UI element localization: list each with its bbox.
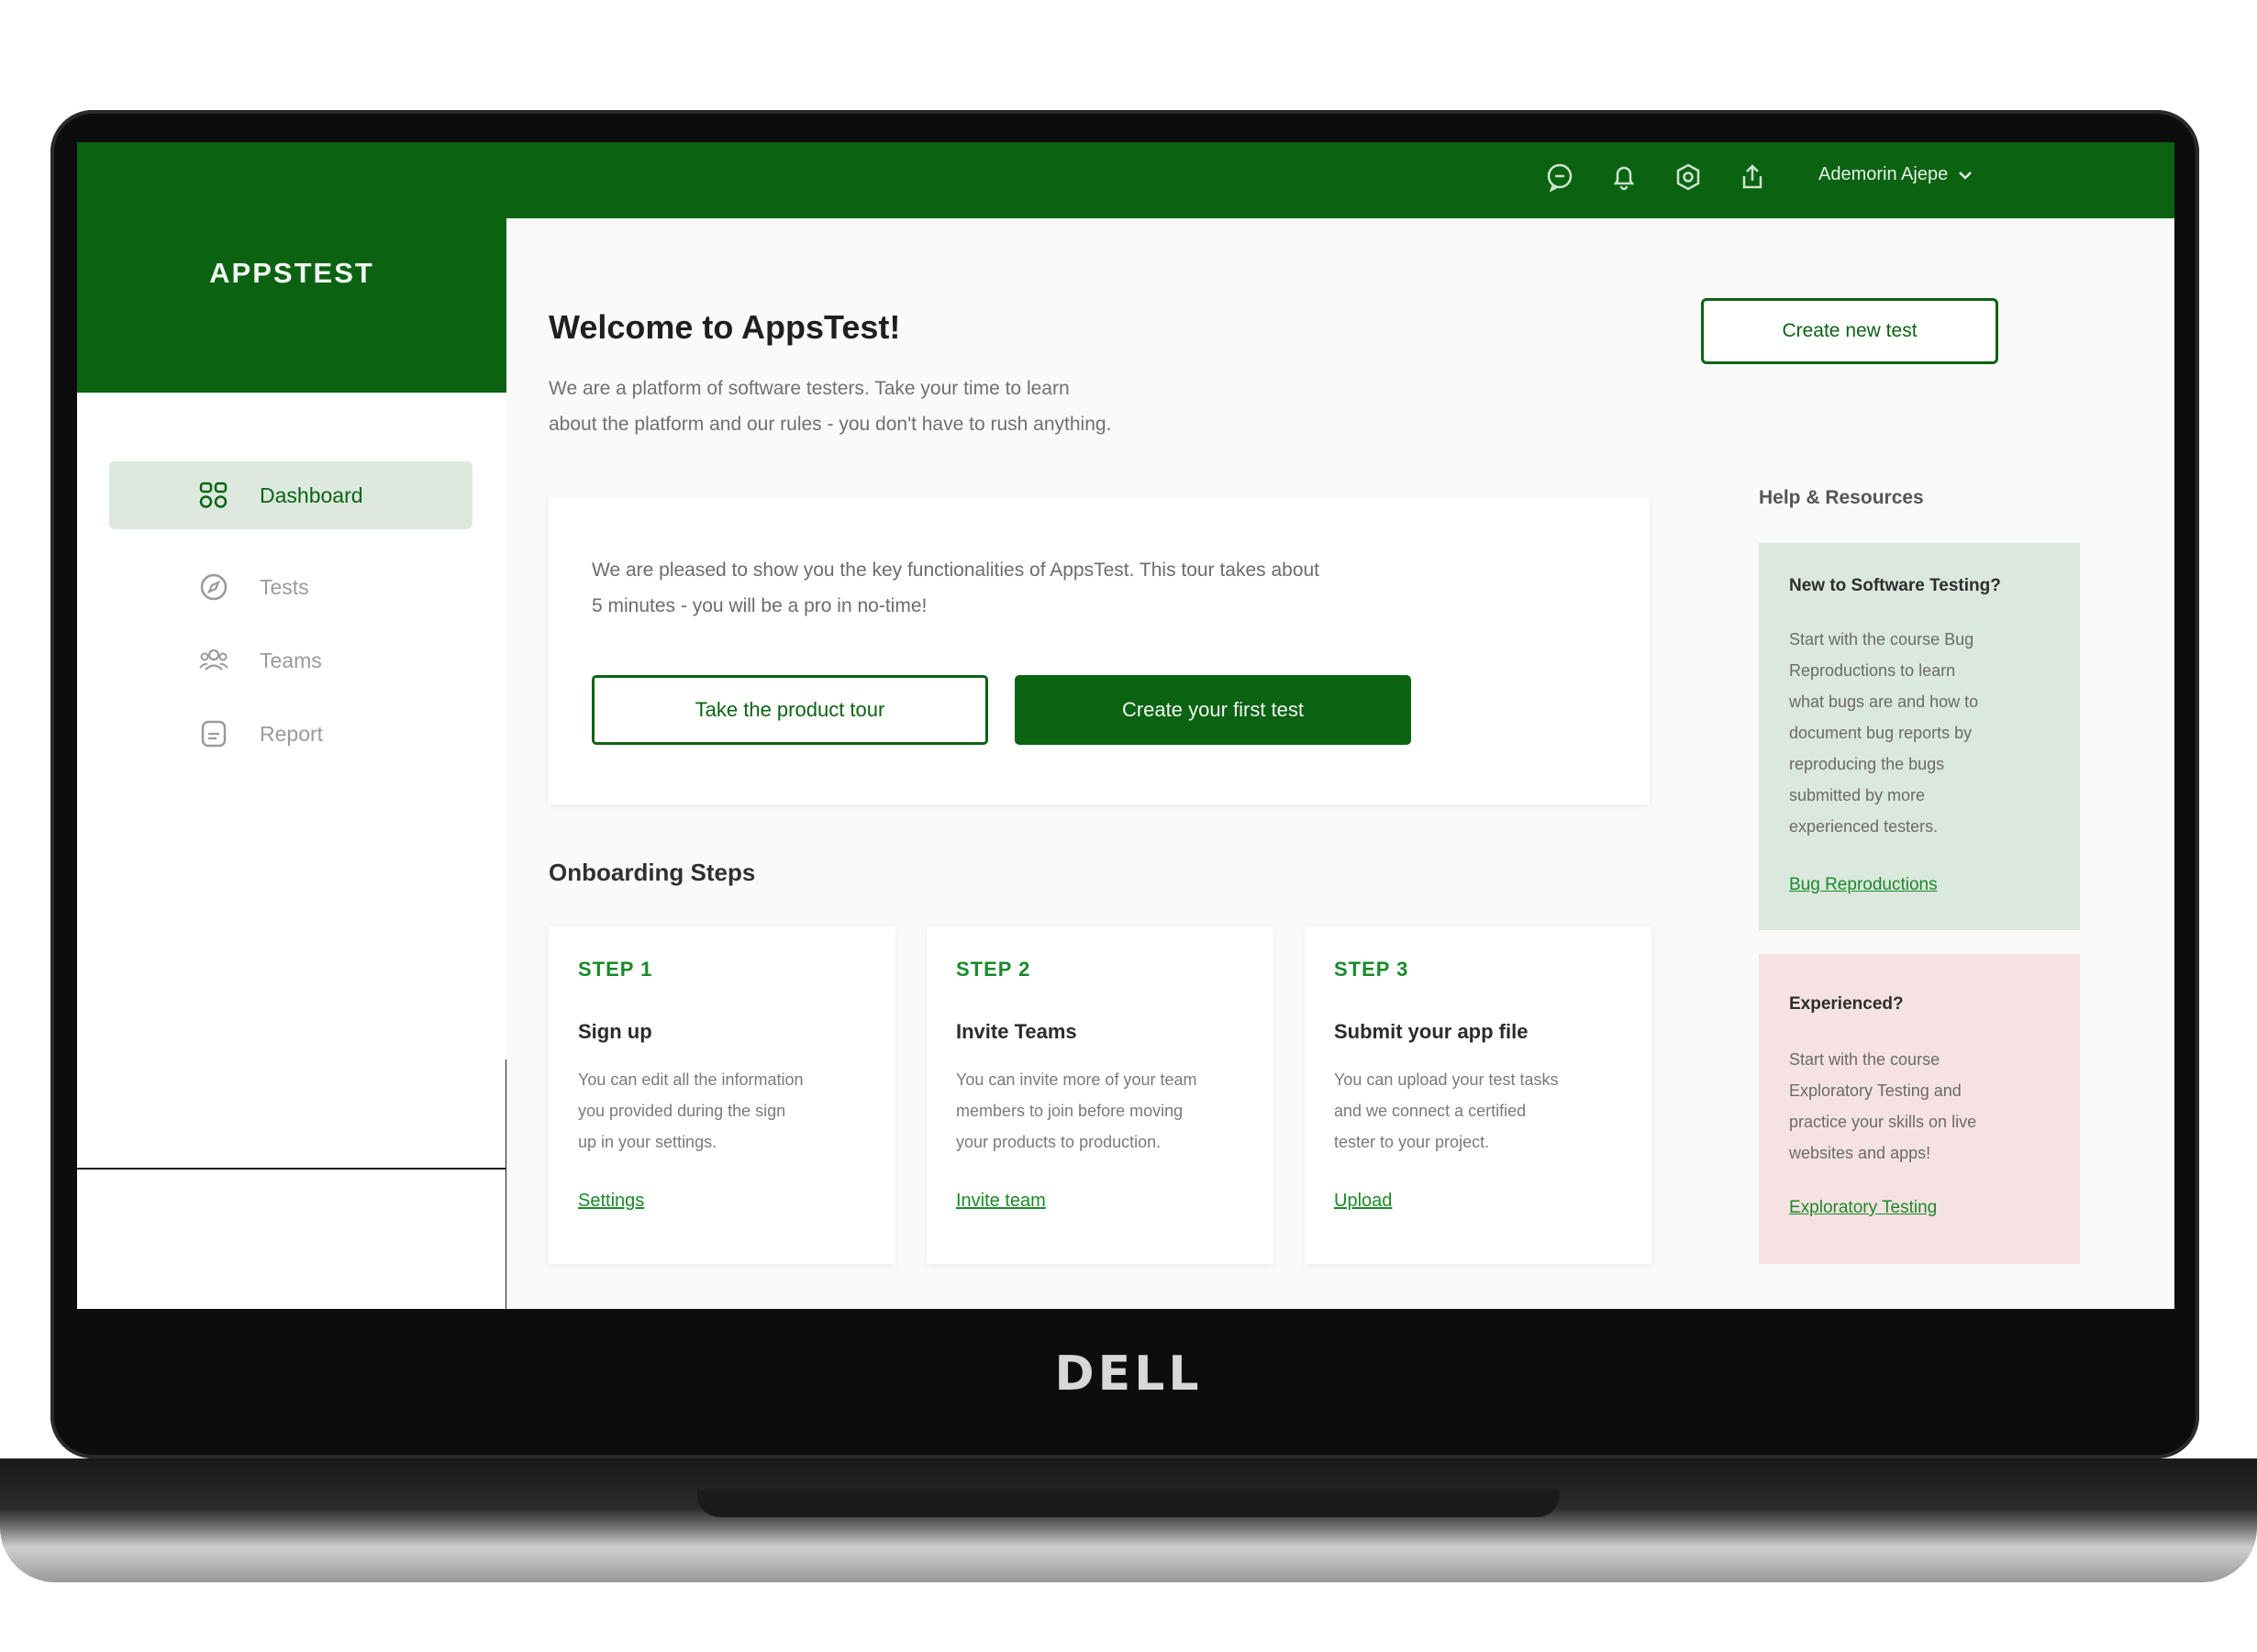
help-card-line: Reproductions to learn (1789, 661, 1956, 680)
help-card-new-to-testing: New to Software Testing? Start with the … (1759, 543, 2080, 930)
brand-logo[interactable]: APPSTEST (77, 257, 506, 290)
help-card-line: reproducing the bugs (1789, 755, 1945, 773)
sidebar-item-label: Teams (260, 648, 322, 672)
step-description-line: up in your settings. (578, 1133, 717, 1151)
sidebar-item-dashboard[interactable]: Dashboard (109, 461, 473, 529)
help-card-line: what bugs are and how to (1789, 693, 1979, 711)
step-description-line: tester to your project. (1334, 1133, 1490, 1151)
topbar-icon-group (1541, 159, 1771, 195)
step-title: Invite Teams (956, 1020, 1077, 1043)
settings-link[interactable]: Settings (578, 1191, 644, 1212)
welcome-subtitle-line: We are a platform of software testers. T… (549, 378, 1070, 399)
create-first-test-button[interactable]: Create your first test (1015, 675, 1411, 745)
dashboard-icon (197, 479, 230, 512)
user-name: Ademorin Ajepe (1818, 164, 1949, 184)
page-title: Welcome to AppsTest! (549, 308, 901, 346)
bell-icon[interactable] (1606, 159, 1642, 195)
step-description-line: You can edit all the information (578, 1070, 804, 1089)
help-resources-heading: Help & Resources (1759, 487, 1924, 508)
step-title: Sign up (578, 1020, 652, 1043)
help-card-line: document bug reports by (1789, 724, 1973, 742)
help-card-description: Start with the course Bug Reproductions … (1789, 624, 2055, 842)
step-description: You can invite more of your team members… (956, 1064, 1259, 1158)
create-new-test-button[interactable]: Create new test (1701, 298, 1998, 364)
step-label: STEP 2 (956, 958, 1031, 981)
tour-description-line: We are pleased to show you the key funct… (592, 560, 1320, 581)
help-card-line: practice your skills on live (1789, 1113, 1977, 1131)
chevron-down-icon (1959, 171, 1973, 180)
step-description-line: and we connect a certified (1334, 1102, 1527, 1120)
share-icon[interactable] (1734, 159, 1771, 195)
step-description: You can edit all the information you pro… (578, 1064, 881, 1158)
upload-link[interactable]: Upload (1334, 1191, 1392, 1212)
help-card-description: Start with the course Exploratory Testin… (1789, 1044, 2055, 1169)
laptop-base (0, 1458, 2257, 1582)
tour-description-line: 5 minutes - you will be a pro in no-time… (592, 595, 928, 616)
take-product-tour-button[interactable]: Take the product tour (592, 675, 988, 745)
step-description-line: your products to production. (956, 1133, 1162, 1151)
chat-icon[interactable] (1541, 159, 1578, 195)
step-description-line: you provided during the sign (578, 1102, 786, 1120)
user-menu[interactable]: Ademorin Ajepe (1818, 164, 1973, 185)
main-content: Welcome to AppsTest! We are a platform o… (506, 218, 2174, 1309)
settings-icon[interactable] (1670, 159, 1707, 195)
help-card-experienced: Experienced? Start with the course Explo… (1759, 954, 2080, 1264)
report-icon (197, 717, 230, 750)
help-card-title: Experienced? (1789, 994, 1904, 1014)
sidebar-divider (77, 1168, 506, 1170)
sidebar-item-label: Tests (260, 574, 309, 599)
step-label: STEP 1 (578, 958, 653, 981)
step-card-submit-app: STEP 3 Submit your app file You can uplo… (1305, 926, 1651, 1264)
dell-logo: DELL (1054, 1347, 1203, 1402)
sidebar-item-report[interactable]: Report (109, 700, 473, 768)
step-description-line: You can upload your test tasks (1334, 1070, 1559, 1089)
welcome-subtitle-line: about the platform and our rules - you d… (549, 414, 1112, 435)
sidebar-item-tests[interactable]: Tests (109, 553, 473, 621)
help-card-line: experienced testers. (1789, 817, 1939, 836)
top-bar: Ademorin Ajepe (77, 142, 2174, 218)
help-card-line: Start with the course Bug (1789, 630, 1974, 649)
invite-team-link[interactable]: Invite team (956, 1191, 1046, 1212)
sidebar-item-label: Report (260, 721, 324, 746)
app-screen: Ademorin Ajepe APPSTEST Dashboard Tests … (77, 142, 2174, 1309)
step-description: You can upload your test tasks and we co… (1334, 1064, 1637, 1158)
step-title: Submit your app file (1334, 1020, 1529, 1043)
bug-reproductions-link[interactable]: Bug Reproductions (1789, 875, 1938, 895)
sidebar-item-label: Dashboard (260, 482, 363, 507)
help-card-title: New to Software Testing? (1789, 576, 2001, 595)
help-card-line: Exploratory Testing and (1789, 1081, 1962, 1100)
tour-description: We are pleased to show you the key funct… (592, 552, 1564, 624)
laptop-hinge (697, 1490, 1560, 1517)
step-card-invite-teams: STEP 2 Invite Teams You can invite more … (927, 926, 1273, 1264)
sidebar: Dashboard Tests Teams Report (77, 393, 506, 1309)
exploratory-testing-link[interactable]: Exploratory Testing (1789, 1198, 1937, 1218)
help-card-line: submitted by more (1789, 786, 1926, 804)
step-description-line: You can invite more of your team (956, 1070, 1197, 1089)
brand-panel: APPSTEST (77, 218, 506, 393)
compass-icon (197, 571, 230, 604)
step-description-line: members to join before moving (956, 1102, 1184, 1120)
onboarding-heading: Onboarding Steps (549, 859, 756, 886)
help-card-line: websites and apps! (1789, 1144, 1931, 1162)
product-tour-card: We are pleased to show you the key funct… (549, 497, 1650, 804)
teams-icon (197, 644, 230, 677)
step-card-sign-up: STEP 1 Sign up You can edit all the info… (549, 926, 895, 1264)
help-card-line: Start with the course (1789, 1050, 1940, 1069)
step-label: STEP 3 (1334, 958, 1409, 981)
welcome-subtitle: We are a platform of software testers. T… (549, 371, 1301, 442)
sidebar-item-teams[interactable]: Teams (109, 626, 473, 694)
